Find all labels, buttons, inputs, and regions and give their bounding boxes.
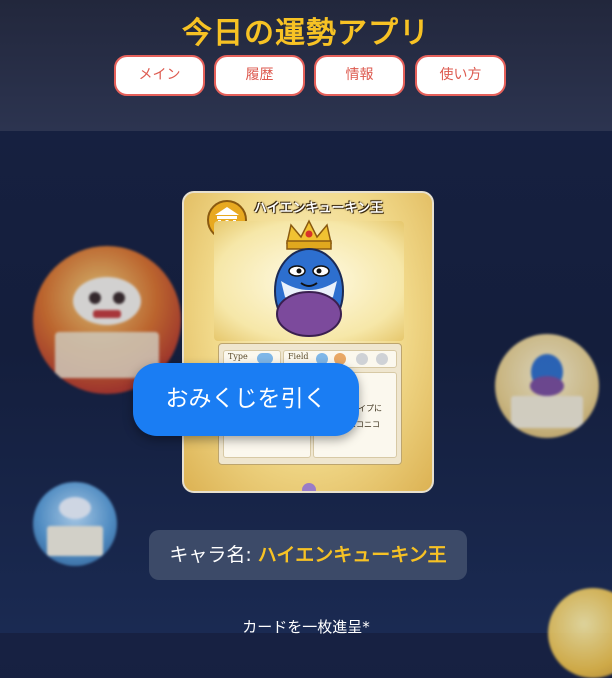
king-egg-character-icon <box>511 354 583 428</box>
draw-fortune-button[interactable]: おみくじを引く <box>133 363 359 436</box>
nav-main-button[interactable]: メイン <box>114 55 205 96</box>
card-number-badge <box>302 483 316 491</box>
floating-card-bubble <box>495 334 599 438</box>
character-name-label: キャラ名: <box>169 544 258 566</box>
crowned-king-egg-character-icon <box>274 219 344 337</box>
type-label: Type <box>228 352 248 361</box>
card-character-name: ハイエンキューキン王 <box>254 201 384 216</box>
character-name-value: ハイエンキューキン王 <box>257 544 447 566</box>
card-text-line: イプに <box>358 404 382 413</box>
field-icon-4 <box>376 353 388 365</box>
nav-info-button[interactable]: 情報 <box>314 55 405 96</box>
app-header: 今日の運勢アプリ メイン 履歴 情報 使い方 <box>0 0 612 131</box>
character-name-result: キャラ名: ハイエンキューキン王 <box>149 530 467 580</box>
nav-history-button[interactable]: 履歴 <box>214 55 305 96</box>
card-gift-note: カードを一枚進呈* <box>242 618 370 636</box>
fortune-card[interactable]: ハイエンキューキン王 Type Field イプに ニコニコ <box>182 191 434 493</box>
nav-howto-button[interactable]: 使い方 <box>415 55 506 96</box>
floating-card-bubble <box>33 482 117 566</box>
field-icon-3 <box>356 353 368 365</box>
app-title: 今日の運勢アプリ <box>182 16 430 51</box>
cloud-character-icon <box>47 497 103 556</box>
field-label: Field <box>288 352 309 361</box>
